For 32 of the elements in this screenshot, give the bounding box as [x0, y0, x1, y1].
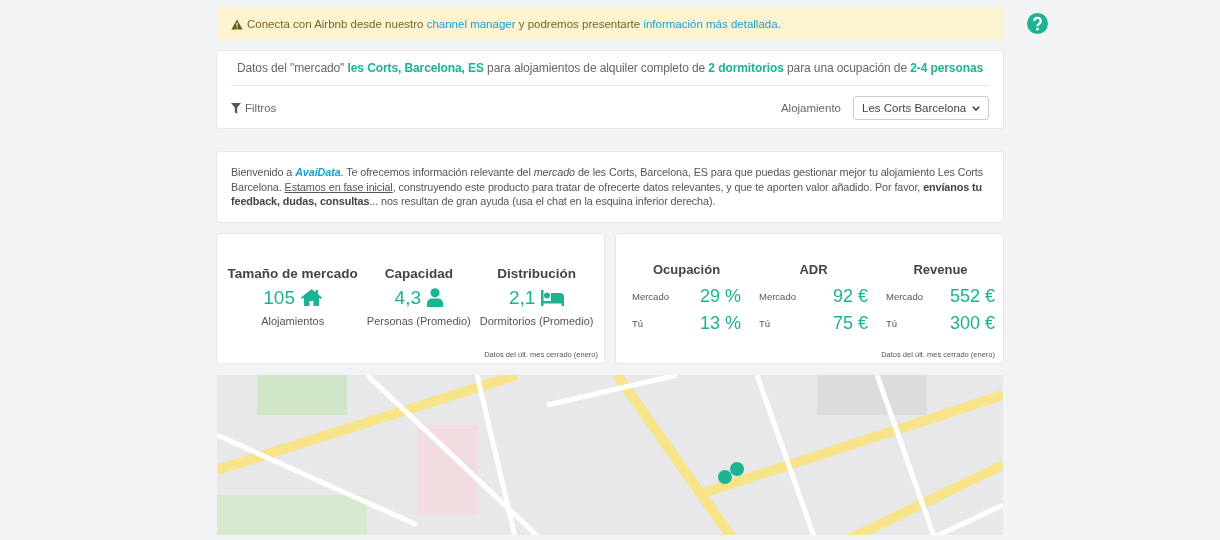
stat-title: Tamaño de mercado [227, 265, 358, 281]
metric-title: ADR [798, 261, 829, 277]
metric-label: Mercado [632, 290, 669, 302]
stat-caption: Alojamientos [261, 314, 325, 327]
metric-label: Tú [632, 317, 644, 329]
stat-caption: Personas (Promedio) [366, 314, 471, 327]
metric-value: 13 % [699, 312, 741, 334]
metric-label: Tú [759, 317, 771, 329]
notice-text: Conecta con Airbnb desde nuestro channel manager y podremos presentarte información más detallada. [247, 18, 781, 30]
metric-value: 75 € [832, 312, 868, 334]
metric-label: Tú [886, 317, 898, 329]
welcome-text: Bienvenido a AvaiData. Te ofrecemos información relevante del mercado de les Corts, Barcelona, ES para que puedas gestionar mejor tu alojamiento Les Corts Barcelona. Estamos en fase inicial, construyendo este producto para tratar de ofrecerte datos relevantes, y que te aporten valor añadido. Por favor, envíanos tu feedback, dudas, consultas... nos resultan de gran ayuda (usa el chat en la esquina inferior derecha). [231, 165, 985, 209]
stat-value: 2,1 [508, 286, 536, 309]
accommodation-label: Alojamiento [780, 102, 841, 114]
metric-label: Mercado [759, 290, 796, 302]
filters-button[interactable]: Filtros [231, 102, 277, 114]
stat-title: Capacidad [384, 265, 453, 281]
accommodation-select[interactable]: Les Corts Barcelona [853, 96, 989, 120]
stat-caption: Dormitorios (Promedio) [479, 314, 594, 327]
metric-title: Revenue [912, 261, 969, 277]
metric-value: 300 € [949, 312, 995, 334]
market-summary-text: Datos del "mercado" les Corts, Barcelona, ES para alojamientos de alquiler completo de 2 dormitorios para una ocupación de 2-4 personas [231, 61, 989, 86]
metric-label: Mercado [886, 290, 923, 302]
stat-value: 4,3 [394, 286, 421, 309]
metric-value: 92 € [832, 285, 868, 307]
metric-value: 29 % [699, 285, 741, 307]
link[interactable]: Estamos en fase inicial [284, 180, 393, 193]
stat-value: 105 [263, 286, 295, 309]
metric-title: Ocupación [651, 261, 722, 277]
link[interactable]: AvaiData [295, 166, 341, 178]
metric-value: 552 € [949, 285, 995, 307]
stat-title: Distribución [497, 265, 576, 281]
